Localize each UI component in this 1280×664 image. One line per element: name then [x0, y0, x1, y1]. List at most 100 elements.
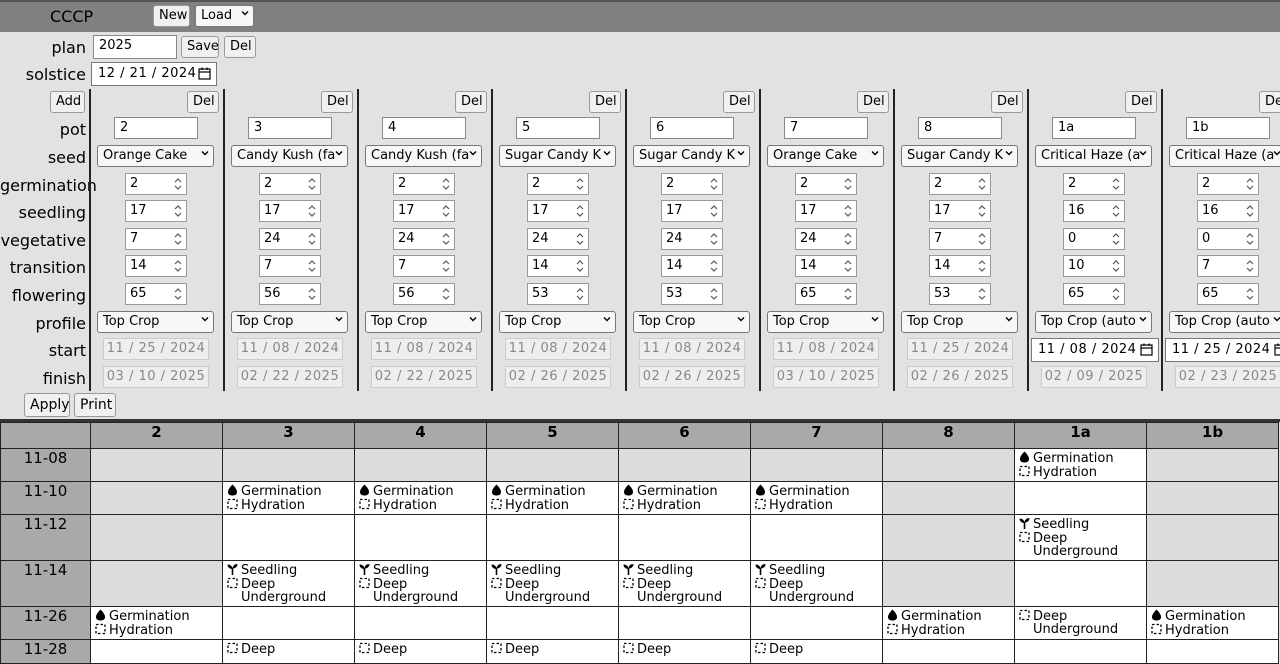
seed-select[interactable]: Orange Cake	[97, 145, 214, 167]
spinner-arrows-icon[interactable]	[977, 231, 987, 247]
profile-select[interactable]: Top Crop	[231, 311, 348, 333]
spinner-arrows-icon[interactable]	[709, 203, 719, 219]
spinner-arrows-icon[interactable]	[709, 286, 719, 302]
spinner-arrows-icon[interactable]	[843, 203, 853, 219]
spinner-arrows-icon[interactable]	[1111, 176, 1121, 192]
start-date-input[interactable]: 11 / 25 / 2024	[1165, 338, 1280, 362]
calendar-icon[interactable]	[1274, 343, 1280, 356]
vegetative-days-input[interactable]: 24	[259, 228, 321, 250]
delete-pot-button[interactable]: Del	[187, 91, 219, 113]
spinner-arrows-icon[interactable]	[1245, 176, 1255, 192]
delete-pot-button[interactable]: Del	[723, 91, 755, 113]
flowering-days-input[interactable]: 65	[795, 283, 857, 305]
seedling-days-input[interactable]: 17	[661, 200, 723, 222]
vegetative-days-input[interactable]: 0	[1063, 228, 1125, 250]
germination-days-input[interactable]: 2	[929, 173, 991, 195]
load-select[interactable]: Load	[195, 5, 254, 27]
seed-select[interactable]: Sugar Candy K	[901, 145, 1018, 167]
delete-pot-button[interactable]: Del	[991, 91, 1023, 113]
spinner-arrows-icon[interactable]	[575, 231, 585, 247]
profile-select[interactable]: Top Crop	[365, 311, 482, 333]
spinner-arrows-icon[interactable]	[307, 258, 317, 274]
pot-name-input[interactable]: 3	[248, 117, 332, 139]
vegetative-days-input[interactable]: 24	[661, 228, 723, 250]
seedling-days-input[interactable]: 17	[795, 200, 857, 222]
flowering-days-input[interactable]: 53	[527, 283, 589, 305]
transition-days-input[interactable]: 7	[259, 255, 321, 277]
profile-select[interactable]: Top Crop	[767, 311, 884, 333]
spinner-arrows-icon[interactable]	[1245, 286, 1255, 302]
spinner-arrows-icon[interactable]	[575, 203, 585, 219]
spinner-arrows-icon[interactable]	[173, 286, 183, 302]
seed-select[interactable]: Orange Cake	[767, 145, 884, 167]
seedling-days-input[interactable]: 16	[1063, 200, 1125, 222]
spinner-arrows-icon[interactable]	[1245, 258, 1255, 274]
transition-days-input[interactable]: 14	[125, 255, 187, 277]
seedling-days-input[interactable]: 17	[929, 200, 991, 222]
seed-select[interactable]: Candy Kush (fa	[365, 145, 482, 167]
transition-days-input[interactable]: 14	[527, 255, 589, 277]
flowering-days-input[interactable]: 65	[1197, 283, 1259, 305]
pot-name-input[interactable]: 1b	[1186, 117, 1270, 139]
delete-pot-button[interactable]: Del	[857, 91, 889, 113]
delete-plan-button[interactable]: Del	[224, 36, 256, 58]
new-button[interactable]: New	[153, 5, 190, 27]
spinner-arrows-icon[interactable]	[575, 258, 585, 274]
seed-select[interactable]: Candy Kush (fa	[231, 145, 348, 167]
spinner-arrows-icon[interactable]	[441, 258, 451, 274]
spinner-arrows-icon[interactable]	[977, 286, 987, 302]
pot-name-input[interactable]: 2	[114, 117, 198, 139]
seedling-days-input[interactable]: 17	[393, 200, 455, 222]
spinner-arrows-icon[interactable]	[173, 231, 183, 247]
germination-days-input[interactable]: 2	[393, 173, 455, 195]
transition-days-input[interactable]: 7	[1197, 255, 1259, 277]
seed-select[interactable]: Critical Haze (a	[1169, 145, 1280, 167]
vegetative-days-input[interactable]: 7	[929, 228, 991, 250]
calendar-icon[interactable]	[198, 67, 211, 80]
profile-select[interactable]: Top Crop	[633, 311, 750, 333]
vegetative-days-input[interactable]: 24	[795, 228, 857, 250]
profile-select[interactable]: Top Crop (auto	[1169, 311, 1280, 333]
seedling-days-input[interactable]: 17	[125, 200, 187, 222]
pot-name-input[interactable]: 6	[650, 117, 734, 139]
flowering-days-input[interactable]: 65	[1063, 283, 1125, 305]
spinner-arrows-icon[interactable]	[843, 176, 853, 192]
germination-days-input[interactable]: 2	[661, 173, 723, 195]
profile-select[interactable]: Top Crop	[901, 311, 1018, 333]
germination-days-input[interactable]: 2	[795, 173, 857, 195]
spinner-arrows-icon[interactable]	[441, 203, 451, 219]
spinner-arrows-icon[interactable]	[1245, 203, 1255, 219]
spinner-arrows-icon[interactable]	[575, 176, 585, 192]
pot-name-input[interactable]: 7	[784, 117, 868, 139]
spinner-arrows-icon[interactable]	[977, 176, 987, 192]
germination-days-input[interactable]: 2	[1197, 173, 1259, 195]
spinner-arrows-icon[interactable]	[307, 203, 317, 219]
save-plan-button[interactable]: Save	[181, 36, 219, 58]
spinner-arrows-icon[interactable]	[575, 286, 585, 302]
seed-select[interactable]: Critical Haze (a	[1035, 145, 1152, 167]
solstice-date-input[interactable]: 12 / 21 / 2024	[91, 62, 217, 86]
pot-name-input[interactable]: 4	[382, 117, 466, 139]
spinner-arrows-icon[interactable]	[843, 258, 853, 274]
germination-days-input[interactable]: 2	[259, 173, 321, 195]
transition-days-input[interactable]: 14	[929, 255, 991, 277]
spinner-arrows-icon[interactable]	[977, 203, 987, 219]
seedling-days-input[interactable]: 16	[1197, 200, 1259, 222]
spinner-arrows-icon[interactable]	[1111, 286, 1121, 302]
vegetative-days-input[interactable]: 0	[1197, 228, 1259, 250]
pot-name-input[interactable]: 8	[918, 117, 1002, 139]
seedling-days-input[interactable]: 17	[527, 200, 589, 222]
spinner-arrows-icon[interactable]	[173, 203, 183, 219]
calendar-icon[interactable]	[1140, 343, 1153, 356]
transition-days-input[interactable]: 14	[795, 255, 857, 277]
spinner-arrows-icon[interactable]	[441, 176, 451, 192]
spinner-arrows-icon[interactable]	[977, 258, 987, 274]
transition-days-input[interactable]: 7	[393, 255, 455, 277]
apply-button[interactable]: Apply	[24, 393, 70, 417]
delete-pot-button[interactable]: Del	[455, 91, 487, 113]
delete-pot-button[interactable]: Del	[1125, 91, 1157, 113]
seedling-days-input[interactable]: 17	[259, 200, 321, 222]
profile-select[interactable]: Top Crop (auto	[1035, 311, 1152, 333]
delete-pot-button[interactable]: Del	[1259, 91, 1280, 113]
profile-select[interactable]: Top Crop	[499, 311, 616, 333]
